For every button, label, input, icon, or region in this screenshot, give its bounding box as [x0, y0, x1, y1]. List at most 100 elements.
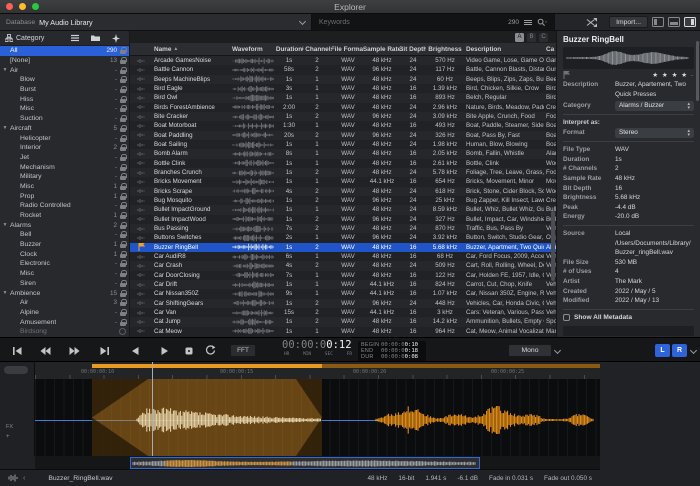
table-row[interactable]: Bug Mosquito1s2WAV96 kHz2425 kHzBug Zapp…: [130, 196, 556, 205]
show-all-metadata-checkbox[interactable]: [563, 314, 570, 321]
forward-button[interactable]: [66, 344, 84, 357]
table-row[interactable]: Branches Crunch1s2WAV48 kHz245.78 kHzFol…: [130, 168, 556, 177]
zoom-control[interactable]: [4, 366, 28, 374]
sidebar-item-birdsong[interactable]: Birdsong: [0, 327, 129, 337]
table-row[interactable]: Bullet ImpactGround1s1WAV48 kHz248.59 kH…: [130, 205, 556, 214]
table-row[interactable]: Bullet ImpactWood1s2WAV96 kHz24327 HzBul…: [130, 215, 556, 224]
sidebar-item-jet[interactable]: Jet-: [0, 153, 129, 163]
sidebar-item-prop[interactable]: Prop1: [0, 191, 129, 201]
table-row[interactable]: Cat Jump1s2WAV48 kHz1614.2 kHzAmmunition…: [130, 317, 556, 326]
skip-start-button[interactable]: [8, 344, 26, 357]
table-row[interactable]: Car ShiftingGears1s2WAV96 kHz24448 HzVeh…: [130, 299, 556, 308]
playhead[interactable]: [152, 362, 153, 456]
sidebar-item-all[interactable]: All290: [0, 46, 129, 56]
expand-chevron-icon[interactable]: ▼: [0, 67, 10, 73]
tab-a[interactable]: A: [515, 33, 524, 42]
overview-track[interactable]: [35, 456, 600, 469]
layout-left-icon[interactable]: [652, 17, 664, 27]
table-row[interactable]: Arcade GamesNoise1s2WAV48 kHz24570 HzVid…: [130, 56, 556, 65]
collapse-icon[interactable]: ‹: [23, 475, 25, 482]
sidebar-item-ambience[interactable]: ▼Ambience15: [0, 288, 129, 298]
list-view-icon[interactable]: [71, 34, 79, 43]
table-row[interactable]: Boat Paddling20s2WAV96 kHz24326 HzBoat, …: [130, 131, 556, 140]
sidebar-item-siren[interactable]: Siren-: [0, 279, 129, 289]
sidebar-item-interior[interactable]: Interior2: [0, 143, 129, 153]
folder-view-icon[interactable]: [91, 34, 100, 43]
table-row[interactable]: Car Crash4s2WAV48 kHz24509 HzCart, Roll,…: [130, 261, 556, 270]
sidebar-item-mechanism[interactable]: Mechanism-: [0, 162, 129, 172]
table-row[interactable]: Bricks Movement1s1WAV44.1 kHz16654 HzBri…: [130, 177, 556, 186]
table-row[interactable]: Car DoorClosing7s1WAV48 kHz16122 HzCar, …: [130, 271, 556, 280]
spark-view-icon[interactable]: [112, 34, 120, 43]
column-header-ca[interactable]: Ca: [544, 46, 556, 53]
sidebar-item-bell[interactable]: Bell-: [0, 230, 129, 240]
timeline-ruler[interactable]: 00:00:00:10 00:00:00:15 00:00:00:20 00:0…: [35, 362, 600, 379]
table-row[interactable]: Birds ForestAmbience2:002WAV48 kHz242.96…: [130, 103, 556, 112]
table-row[interactable]: Car Van15s2WAV44.1 kHz163 kHzCars: Veter…: [130, 308, 556, 317]
rewind-button[interactable]: [36, 344, 54, 357]
shuffle-icon[interactable]: [586, 18, 597, 27]
sidebar-item-misc[interactable]: Misc-: [0, 269, 129, 279]
expand-chevron-icon[interactable]: ▼: [0, 290, 10, 296]
search-input[interactable]: [319, 19, 503, 26]
tab-b[interactable]: B: [527, 33, 536, 42]
loop-icon[interactable]: [202, 344, 218, 357]
sidebar-item-alarms[interactable]: ▼Alarms2: [0, 220, 129, 230]
play-reverse-button[interactable]: [126, 344, 144, 357]
format-select[interactable]: Stereo ▴▾: [615, 128, 694, 138]
sidebar-item-aircraft[interactable]: ▼Aircraft5: [0, 124, 129, 134]
column-header-file-format[interactable]: File Format: [332, 46, 364, 53]
channel-mode-select[interactable]: Mono: [508, 344, 552, 357]
fx-label[interactable]: FX: [6, 424, 13, 430]
sidebar-item-blow[interactable]: Blow-: [0, 75, 129, 85]
table-row[interactable]: Bomb Alarm8s1WAV48 kHz162.05 kHzBomb, Fa…: [130, 149, 556, 158]
table-row[interactable]: Boat Sailing1s1WAV48 kHz241.98 kHzHuman,…: [130, 140, 556, 149]
loop-band-selection[interactable]: [92, 364, 322, 368]
search-icon[interactable]: [537, 18, 547, 27]
import-button[interactable]: Import...: [609, 16, 648, 28]
play-button[interactable]: [156, 344, 174, 357]
expand-chevron-icon[interactable]: ▼: [0, 222, 10, 228]
flag-icon[interactable]: [563, 71, 570, 79]
sidebar-item-burst[interactable]: Burst-: [0, 85, 129, 95]
sidebar-item-none[interactable]: [None]13: [0, 56, 129, 66]
table-row[interactable]: Car Nissan350Z9s1WAV44.1 kHz161.07 kHzCa…: [130, 289, 556, 298]
chevron-down-icon[interactable]: [688, 344, 699, 357]
description-value[interactable]: Buzzer, Apartement, Two Quick Presses: [615, 80, 694, 99]
skip-end-button[interactable]: [96, 344, 114, 357]
column-header-description[interactable]: Description: [464, 46, 544, 53]
table-row[interactable]: Cat Meow1s1WAV48 kHz16964 HzCat, Meow, A…: [130, 327, 556, 336]
table-row[interactable]: Bus Passing7s2WAV48 kHz24870 HzTraffic, …: [130, 224, 556, 233]
stop-button[interactable]: [182, 344, 196, 357]
sidebar-item-amusement[interactable]: Amusement-: [0, 317, 129, 327]
sidebar-item-buzzer[interactable]: Buzzer1: [0, 240, 129, 250]
sidebar-item-misc[interactable]: Misc-: [0, 104, 129, 114]
sidebar-item-helicopter[interactable]: Helicopter-: [0, 133, 129, 143]
sidebar-item-alpine[interactable]: Alpine-: [0, 308, 129, 318]
database-select[interactable]: Database My Audio Library: [0, 14, 312, 30]
table-row[interactable]: Bird Eagle3s1WAV48 kHz161.39 kHzBird, Ch…: [130, 84, 556, 93]
table-row[interactable]: Car AudiR86s1WAV48 kHz1668 HzCar, Ford F…: [130, 252, 556, 261]
details-waveform-thumb[interactable]: [563, 47, 694, 69]
table-row[interactable]: Bird Owl1s1WAV48 kHz16893 HzBelch, Regul…: [130, 93, 556, 102]
star-rating[interactable]: ★ ★ ★ ★ ·: [652, 71, 694, 79]
sidebar-item-air[interactable]: Air3: [0, 298, 129, 308]
sidebar-item-suction[interactable]: Suction-: [0, 114, 129, 124]
sidebar-item-rocket[interactable]: Rocket1: [0, 211, 129, 221]
table-row[interactable]: Buzzer RingBell1s2WAV48 kHz165.68 kHzBuz…: [130, 243, 556, 252]
column-header-bit-depth[interactable]: Bit Depth: [400, 46, 426, 53]
sidebar-item-clock[interactable]: Clock1: [0, 249, 129, 259]
sidebar-item-misc[interactable]: Misc1: [0, 182, 129, 192]
notes-field[interactable]: [563, 326, 694, 336]
table-row[interactable]: Buttons Switches2s1WAV96 kHz243.92 kHzBu…: [130, 233, 556, 242]
layout-right-icon[interactable]: [684, 17, 696, 27]
category-select[interactable]: Alarms / Buzzer ▴▾: [615, 101, 694, 111]
table-row[interactable]: Boat Motorboat1:301WAV48 kHz16493 HzBoat…: [130, 121, 556, 130]
search-bar[interactable]: 290: [312, 14, 554, 30]
table-row[interactable]: Bite Cracker1s2WAV96 kHz243.09 kHzBite A…: [130, 112, 556, 121]
table-row[interactable]: Car Drift1s1WAV44.1 kHz16824 HzCarrot, C…: [130, 280, 556, 289]
table-row[interactable]: Bottle Clink1s1WAV48 kHz162.61 kHzBottle…: [130, 159, 556, 168]
table-row[interactable]: Battle Cannon58s2WAV96 kHz24117 HzBattle…: [130, 65, 556, 74]
sidebar-item-air[interactable]: ▼Air-: [0, 65, 129, 75]
sidebar-item-military[interactable]: Military-: [0, 172, 129, 182]
